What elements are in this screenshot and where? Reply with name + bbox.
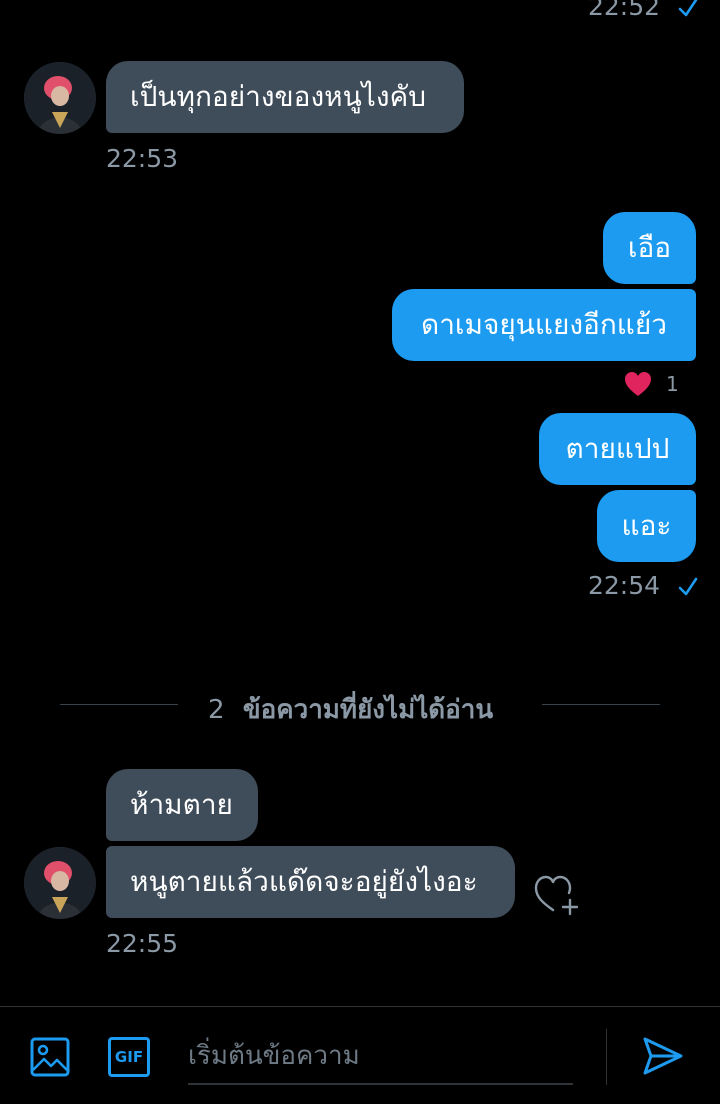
incoming-timestamp: 22:55: [106, 931, 178, 956]
send-button[interactable]: [642, 1035, 684, 1081]
message-composer: GIF: [0, 1006, 720, 1104]
message-text: แอะ: [621, 509, 672, 542]
message-text: ตายแปป: [565, 432, 670, 465]
message-text: ดาเมจยุนแยงอีกแย้ว: [421, 308, 667, 341]
heart-plus-icon: [534, 875, 579, 916]
avatar-image: [24, 847, 96, 919]
incoming-message-bubble[interactable]: ห้ามตาย: [106, 769, 258, 841]
composer-separator: [606, 1029, 607, 1085]
message-text: เอือ: [627, 231, 672, 264]
outgoing-message-bubble[interactable]: ตายแปป: [539, 413, 696, 485]
top-time: 22:52: [588, 0, 661, 21]
send-icon: [643, 1037, 683, 1075]
incoming-timestamp: 22:53: [106, 146, 178, 171]
outgoing-timestamp: 22:54: [588, 573, 700, 599]
unread-text: ข้อความที่ยังไม่ได้อ่าน: [242, 695, 494, 725]
message-text: หนูตายแล้วแด๊ดจะอยู่ยังไงอะ: [130, 865, 478, 898]
unread-count: 2: [208, 695, 225, 725]
divider-line-right: [542, 704, 660, 705]
message-reaction[interactable]: 1: [624, 371, 679, 397]
avatar-image: [24, 62, 96, 134]
message-input[interactable]: [188, 1037, 573, 1085]
outgoing-message-bubble[interactable]: ดาเมจยุนแยงอีกแย้ว: [392, 289, 696, 361]
time-text: 22:55: [106, 929, 179, 958]
top-message-timestamp: 22:52: [588, 0, 700, 20]
heart-icon: [625, 372, 651, 396]
gif-label: GIF: [114, 1047, 144, 1066]
outgoing-message-bubble[interactable]: แอะ: [597, 490, 696, 562]
avatar[interactable]: [24, 62, 96, 134]
divider-line-left: [60, 704, 178, 705]
message-text: ห้ามตาย: [130, 788, 233, 821]
incoming-message-bubble[interactable]: หนูตายแล้วแด๊ดจะอยู่ยังไงอะ: [106, 846, 515, 918]
outgoing-message-bubble[interactable]: เอือ: [603, 212, 696, 284]
add-image-button[interactable]: [30, 1037, 70, 1081]
unread-divider-label: 2 ข้อความที่ยังไม่ได้อ่าน: [208, 689, 493, 730]
check-icon: [678, 577, 698, 596]
reaction-count: 1: [666, 372, 679, 396]
add-gif-button[interactable]: GIF: [108, 1037, 150, 1077]
incoming-message-bubble[interactable]: เป็นทุกอย่างของหนูไงคับ: [106, 61, 464, 133]
time-text: 22:53: [106, 144, 179, 173]
time-text: 22:54: [588, 571, 661, 600]
add-reaction-button[interactable]: [534, 874, 580, 922]
check-icon: [678, 0, 698, 17]
message-text: เป็นทุกอย่างของหนูไงคับ: [130, 80, 426, 113]
image-icon: [30, 1037, 70, 1077]
avatar[interactable]: [24, 847, 96, 919]
